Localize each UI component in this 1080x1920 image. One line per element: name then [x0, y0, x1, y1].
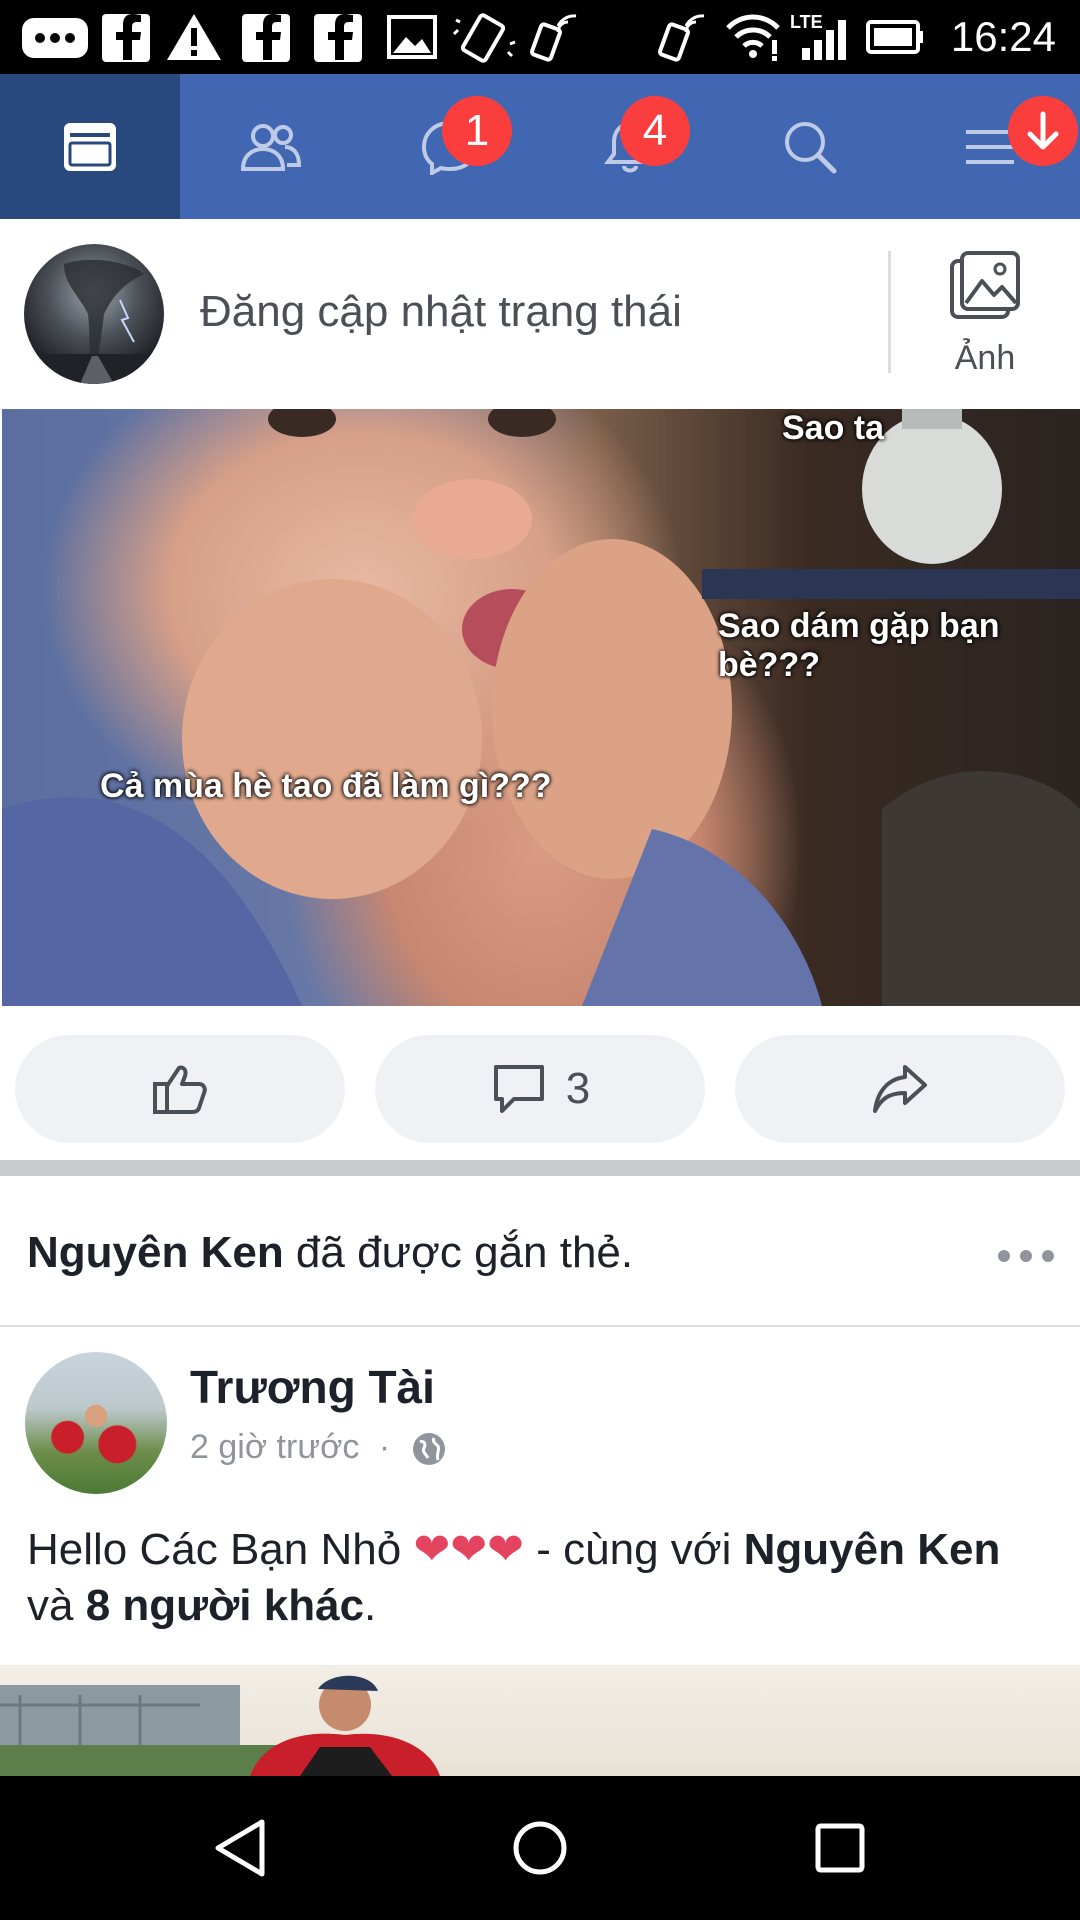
photo-label: Ảnh	[954, 339, 1016, 377]
battery-icon	[866, 20, 923, 54]
image-notification-icon	[387, 15, 437, 59]
tornado-avatar-image	[24, 259, 164, 384]
nfc-icon	[529, 14, 577, 62]
post-photo[interactable]: Sao ta Sao dám gặp bạn bè??? Cả mùa hè t…	[2, 409, 1080, 1006]
photo-icon	[950, 251, 1020, 319]
divider	[0, 1325, 1080, 1327]
status-composer: Đăng cập nhật trạng thái Ảnh	[0, 219, 1080, 409]
tab-notifications[interactable]: 4	[540, 74, 720, 219]
post-text-and: và	[27, 1581, 86, 1630]
nfc-icon	[657, 14, 705, 62]
signal-strength-icon	[802, 20, 846, 60]
recent-apps-icon[interactable]	[810, 1816, 870, 1880]
baby-meme-image	[2, 409, 1080, 1006]
warning-notification-icon	[167, 14, 221, 60]
tagged-friend-link[interactable]: Nguyên Ken	[744, 1525, 1001, 1574]
tab-search[interactable]	[720, 74, 900, 219]
post-timestamp[interactable]: 2 giờ trước	[190, 1428, 359, 1466]
post-text: Hello Các Bạn Nhỏ ❤❤❤ - cùng với Nguyên …	[27, 1522, 1047, 1634]
search-icon	[785, 121, 837, 173]
post-text-end: .	[364, 1581, 377, 1630]
hearts-emoji: ❤❤❤	[413, 1525, 525, 1574]
friends-icon	[240, 123, 301, 171]
top-nav-bar: 1 4	[0, 74, 1080, 219]
update-badge	[1008, 96, 1078, 166]
chat-bubble-notification-icon	[22, 18, 88, 58]
share-icon	[873, 1065, 927, 1113]
author-avatar[interactable]	[25, 1352, 167, 1494]
comment-count: 3	[565, 1064, 591, 1113]
facebook-notification-icon	[242, 14, 290, 62]
tab-friend-requests[interactable]	[180, 74, 360, 219]
avatar[interactable]	[24, 244, 164, 384]
tab-messages[interactable]: 1	[360, 74, 540, 219]
meta-separator: ·	[378, 1428, 391, 1466]
back-icon[interactable]	[210, 1816, 270, 1880]
public-globe-icon	[412, 1433, 445, 1466]
facebook-notification-icon	[102, 14, 150, 62]
thumbs-up-icon	[153, 1065, 207, 1114]
more-options-icon[interactable]	[996, 1246, 1056, 1266]
story-header: Nguyên Ken đã được gắn thẻ.	[0, 1176, 1080, 1326]
post-meta: 2 giờ trước ·	[190, 1428, 448, 1468]
story-context: Nguyên Ken đã được gắn thẻ.	[27, 1228, 633, 1278]
post-author-name[interactable]: Trương Tài	[190, 1360, 435, 1414]
notifications-badge: 4	[620, 96, 690, 166]
share-button[interactable]	[735, 1035, 1065, 1143]
photo-button[interactable]: Ảnh	[930, 251, 1040, 381]
post-photo[interactable]	[0, 1665, 1080, 1776]
story-context-suffix: đã được gắn thẻ.	[283, 1228, 634, 1277]
status-bar: LTE 16:24	[0, 0, 1080, 74]
tagged-user-name[interactable]: Nguyên Ken	[27, 1228, 284, 1277]
screen-rotate-icon	[452, 13, 516, 63]
like-button[interactable]	[15, 1035, 345, 1143]
comment-button[interactable]: 3	[375, 1035, 705, 1143]
feed-separator	[0, 1160, 1080, 1176]
meme-text-right: Sao dám gặp bạn bè???	[718, 607, 1000, 684]
tab-news-feed[interactable]	[0, 74, 180, 219]
tab-menu[interactable]	[900, 74, 1080, 219]
arrow-down-icon	[1027, 111, 1059, 150]
news-feed-icon	[64, 122, 116, 171]
wifi-icon	[726, 14, 780, 61]
meme-text-top: Sao ta	[782, 409, 885, 447]
post-text-intro: Hello Các Bạn Nhỏ	[27, 1525, 414, 1574]
football-team-photo	[0, 1675, 440, 1776]
system-nav-bar	[0, 1776, 1080, 1920]
clock: 16:24	[950, 13, 1056, 60]
messages-badge: 1	[442, 96, 512, 166]
others-link[interactable]: 8 người khác	[86, 1581, 364, 1630]
post-text-with: - cùng với	[524, 1525, 744, 1574]
home-icon[interactable]	[510, 1816, 570, 1880]
comment-icon	[493, 1065, 544, 1113]
facebook-notification-icon	[314, 14, 362, 62]
status-input[interactable]: Đăng cập nhật trạng thái	[200, 287, 682, 337]
meme-text-left: Cả mùa hè tao đã làm gì???	[100, 767, 552, 805]
divider	[888, 251, 891, 373]
